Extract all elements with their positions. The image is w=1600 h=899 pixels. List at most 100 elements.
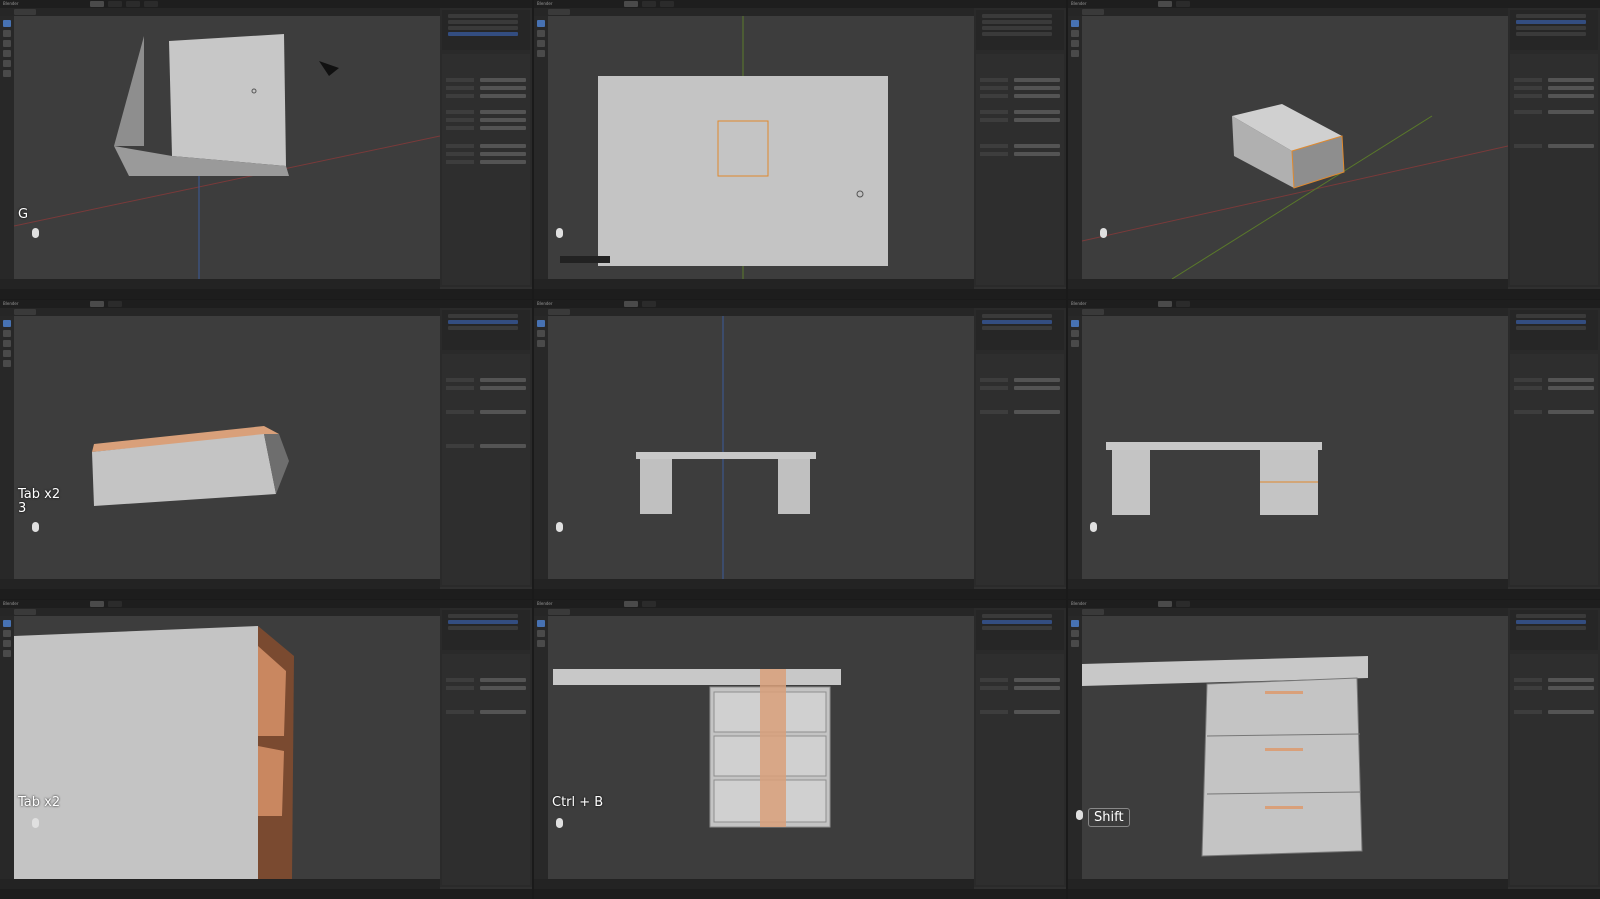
top-menu-bar: Blender <box>0 600 532 608</box>
outliner-row[interactable] <box>448 26 518 30</box>
outliner-row[interactable] <box>448 14 518 18</box>
scale-tool-icon[interactable] <box>3 60 11 67</box>
scene-render <box>1082 656 1368 857</box>
properties-area <box>1508 608 1600 887</box>
3d-viewport[interactable] <box>14 16 440 279</box>
transform-tool-icon[interactable] <box>3 70 11 77</box>
mode-dropdown[interactable] <box>548 609 570 615</box>
3d-viewport[interactable] <box>1082 16 1508 279</box>
outliner[interactable] <box>442 10 530 50</box>
mode-dropdown[interactable] <box>1082 609 1104 615</box>
property-field[interactable] <box>480 110 526 114</box>
workspace-tab[interactable] <box>624 1 638 7</box>
outliner[interactable] <box>1510 610 1598 650</box>
workspace-tab[interactable] <box>144 1 158 7</box>
mode-dropdown[interactable] <box>548 309 570 315</box>
panel-9: Blender Shift <box>1068 600 1600 899</box>
mode-dropdown[interactable] <box>1082 309 1104 315</box>
mouse-icon <box>32 818 39 828</box>
3d-viewport[interactable] <box>548 616 974 879</box>
3d-viewport[interactable] <box>1082 616 1508 879</box>
timeline[interactable] <box>0 879 440 889</box>
select-tool-icon[interactable] <box>537 20 545 27</box>
timeline[interactable] <box>534 879 974 889</box>
timeline[interactable] <box>534 279 974 289</box>
properties-area <box>974 608 1066 887</box>
outliner[interactable] <box>1510 10 1598 50</box>
cursor-tool-icon[interactable] <box>537 30 545 37</box>
property-field[interactable] <box>480 118 526 122</box>
tool-shelf <box>534 16 548 279</box>
scene-render <box>560 16 888 279</box>
outliner-row[interactable] <box>448 32 518 36</box>
timeline[interactable] <box>0 579 440 589</box>
panel-8: Blender Ctrl + B <box>534 600 1066 899</box>
move-tool-icon[interactable] <box>3 40 11 47</box>
status-bar <box>1068 289 1600 299</box>
property-field[interactable] <box>480 160 526 164</box>
workspace-tab[interactable] <box>642 1 656 7</box>
rotate-tool-icon[interactable] <box>537 50 545 57</box>
outliner-row[interactable] <box>448 20 518 24</box>
workspace-tab[interactable] <box>108 1 122 7</box>
3d-viewport[interactable] <box>548 16 974 279</box>
timeline[interactable] <box>1068 279 1508 289</box>
mode-dropdown[interactable] <box>1082 9 1104 15</box>
timeline[interactable] <box>534 579 974 589</box>
timeline[interactable] <box>1068 879 1508 889</box>
tool-shelf <box>0 16 14 279</box>
top-menu-bar: Blender <box>0 300 532 308</box>
3d-viewport[interactable] <box>548 316 974 579</box>
scene-render <box>553 669 841 828</box>
outliner[interactable] <box>442 610 530 650</box>
workspace-tab[interactable] <box>90 1 104 7</box>
top-menu-bar: Blender <box>1068 0 1600 8</box>
timeline[interactable] <box>0 279 440 289</box>
desk-top <box>636 452 816 459</box>
outliner[interactable] <box>976 10 1064 50</box>
property-field[interactable] <box>480 144 526 148</box>
3d-viewport[interactable] <box>1082 316 1508 579</box>
camera-icon <box>319 61 339 76</box>
cursor-tool-icon[interactable] <box>3 30 11 37</box>
mode-dropdown[interactable] <box>548 9 570 15</box>
mode-dropdown[interactable] <box>14 309 36 315</box>
viewport-header <box>1068 608 1508 616</box>
mode-dropdown[interactable] <box>14 9 36 15</box>
top-menu-bar: Blender <box>534 600 1066 608</box>
3d-viewport[interactable] <box>14 316 440 579</box>
panel-5: Blender <box>534 300 1066 599</box>
viewport-header <box>1068 308 1508 316</box>
property-field[interactable] <box>480 86 526 90</box>
app-name: Blender <box>3 601 19 606</box>
panel-4: Blender Tab x2 3 <box>0 300 532 599</box>
select-tool-icon[interactable] <box>3 20 11 27</box>
scene-render <box>92 426 289 506</box>
outliner[interactable] <box>442 310 530 350</box>
mode-dropdown[interactable] <box>14 609 36 615</box>
top-menu-bar: Blender <box>1068 600 1600 608</box>
operator-panel[interactable] <box>560 256 610 263</box>
key-hint-box: Shift <box>1088 808 1130 827</box>
outliner[interactable] <box>976 310 1064 350</box>
viewport-header <box>1068 8 1508 16</box>
outliner[interactable] <box>1510 310 1598 350</box>
scene-render <box>1082 104 1508 279</box>
property-field[interactable] <box>480 78 526 82</box>
status-bar <box>0 889 532 899</box>
property-field[interactable] <box>480 126 526 130</box>
app-name: Blender <box>1071 601 1087 606</box>
move-tool-icon[interactable] <box>537 40 545 47</box>
workspace-tab[interactable] <box>660 1 674 7</box>
outliner[interactable] <box>976 610 1064 650</box>
timeline[interactable] <box>1068 579 1508 589</box>
3d-viewport[interactable] <box>14 616 440 879</box>
workspace-tab[interactable] <box>126 1 140 7</box>
rotate-tool-icon[interactable] <box>3 50 11 57</box>
property-field[interactable] <box>480 94 526 98</box>
top-menu-bar: Blender <box>1068 300 1600 308</box>
right-leg <box>778 459 810 514</box>
tool-shelf <box>1068 16 1082 279</box>
property-field[interactable] <box>480 152 526 156</box>
app-name: Blender <box>537 601 553 606</box>
